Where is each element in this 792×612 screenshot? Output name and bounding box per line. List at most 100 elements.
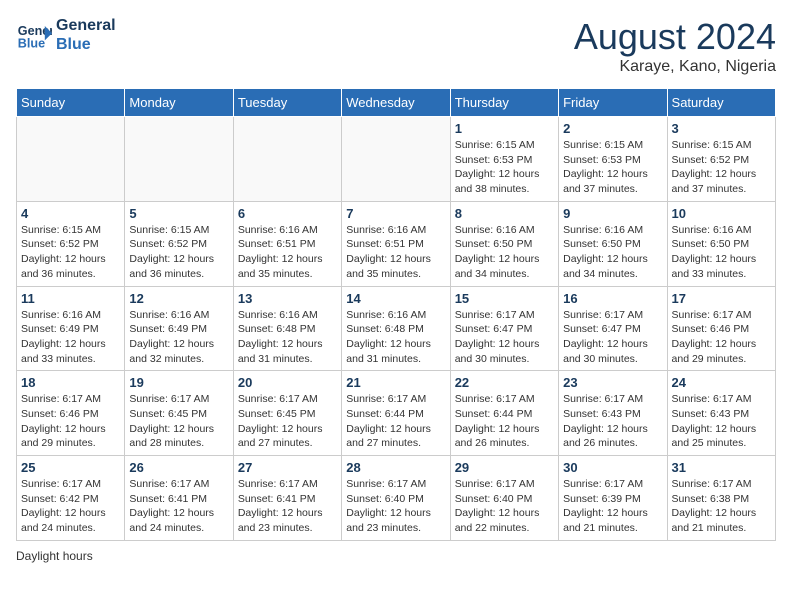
logo: General Blue General Blue xyxy=(16,16,116,54)
day-info: Sunrise: 6:17 AMSunset: 6:43 PMDaylight:… xyxy=(563,392,662,451)
week-row-3: 11 Sunrise: 6:16 AMSunset: 6:49 PMDayligh… xyxy=(17,286,776,371)
logo-text-general: General xyxy=(56,16,116,35)
col-header-thursday: Thursday xyxy=(450,89,558,117)
day-number: 15 xyxy=(455,291,554,306)
day-cell: 3 Sunrise: 6:15 AMSunset: 6:52 PMDaylight… xyxy=(667,117,775,202)
day-info: Sunrise: 6:17 AMSunset: 6:45 PMDaylight:… xyxy=(238,392,337,451)
day-info: Sunrise: 6:15 AMSunset: 6:52 PMDaylight:… xyxy=(129,223,228,282)
week-row-1: 1 Sunrise: 6:15 AMSunset: 6:53 PMDaylight… xyxy=(17,117,776,202)
day-info: Sunrise: 6:17 AMSunset: 6:41 PMDaylight:… xyxy=(238,477,337,536)
day-info: Sunrise: 6:16 AMSunset: 6:50 PMDaylight:… xyxy=(672,223,771,282)
day-info: Sunrise: 6:15 AMSunset: 6:52 PMDaylight:… xyxy=(672,138,771,197)
day-cell: 22 Sunrise: 6:17 AMSunset: 6:44 PMDayligh… xyxy=(450,371,558,456)
svg-text:Blue: Blue xyxy=(18,37,45,51)
day-number: 19 xyxy=(129,375,228,390)
day-cell: 17Sunrise: 6:17 AMSunset: 6:46 PMDayligh… xyxy=(667,286,775,371)
day-number: 3 xyxy=(672,121,771,136)
day-number: 30 xyxy=(563,460,662,475)
day-cell: 18 Sunrise: 6:17 AMSunset: 6:46 PMDayligh… xyxy=(17,371,125,456)
day-number: 4 xyxy=(21,206,120,221)
day-number: 7 xyxy=(346,206,445,221)
day-info: Sunrise: 6:17 AMSunset: 6:40 PMDaylight:… xyxy=(346,477,445,536)
day-number: 26 xyxy=(129,460,228,475)
logo-icon: General Blue xyxy=(16,17,52,53)
month-year-title: August 2024 xyxy=(574,16,776,58)
day-info: Sunrise: 6:17 AMSunset: 6:40 PMDaylight:… xyxy=(455,477,554,536)
col-header-tuesday: Tuesday xyxy=(233,89,341,117)
day-info: Sunrise: 6:16 AMSunset: 6:50 PMDaylight:… xyxy=(455,223,554,282)
day-cell: 28 Sunrise: 6:17 AMSunset: 6:40 PMDayligh… xyxy=(342,456,450,541)
day-cell: 2 Sunrise: 6:15 AMSunset: 6:53 PMDaylight… xyxy=(559,117,667,202)
week-row-4: 18 Sunrise: 6:17 AMSunset: 6:46 PMDayligh… xyxy=(17,371,776,456)
day-number: 28 xyxy=(346,460,445,475)
day-info: Sunrise: 6:16 AMSunset: 6:51 PMDaylight:… xyxy=(346,223,445,282)
day-cell: 6 Sunrise: 6:16 AMSunset: 6:51 PMDaylight… xyxy=(233,201,341,286)
day-number: 23 xyxy=(563,375,662,390)
day-cell xyxy=(233,117,341,202)
day-cell xyxy=(17,117,125,202)
day-cell: 10 Sunrise: 6:16 AMSunset: 6:50 PMDayligh… xyxy=(667,201,775,286)
day-info: Sunrise: 6:16 AMSunset: 6:51 PMDaylight:… xyxy=(238,223,337,282)
day-cell: 23 Sunrise: 6:17 AMSunset: 6:43 PMDayligh… xyxy=(559,371,667,456)
day-info: Sunrise: 6:17 AMSunset: 6:42 PMDaylight:… xyxy=(21,477,120,536)
day-info: Sunrise: 6:15 AMSunset: 6:53 PMDaylight:… xyxy=(563,138,662,197)
day-info: Sunrise: 6:17 AMSunset: 6:44 PMDaylight:… xyxy=(346,392,445,451)
day-cell: 7 Sunrise: 6:16 AMSunset: 6:51 PMDaylight… xyxy=(342,201,450,286)
day-cell: 12Sunrise: 6:16 AMSunset: 6:49 PMDayligh… xyxy=(125,286,233,371)
day-cell: 21 Sunrise: 6:17 AMSunset: 6:44 PMDayligh… xyxy=(342,371,450,456)
col-header-sunday: Sunday xyxy=(17,89,125,117)
day-info: Sunrise: 6:16 AMSunset: 6:48 PMDaylight:… xyxy=(238,308,337,367)
col-header-friday: Friday xyxy=(559,89,667,117)
day-number: 5 xyxy=(129,206,228,221)
day-number: 25 xyxy=(21,460,120,475)
day-number: 1 xyxy=(455,121,554,136)
week-row-5: 25 Sunrise: 6:17 AMSunset: 6:42 PMDayligh… xyxy=(17,456,776,541)
day-info: Sunrise: 6:17 AMSunset: 6:47 PMDaylight:… xyxy=(455,308,554,367)
day-number: 13 xyxy=(238,291,337,306)
day-info: Sunrise: 6:17 AMSunset: 6:46 PMDaylight:… xyxy=(672,308,771,367)
day-info: Sunrise: 6:17 AMSunset: 6:39 PMDaylight:… xyxy=(563,477,662,536)
day-info: Sunrise: 6:17 AMSunset: 6:47 PMDaylight:… xyxy=(563,308,662,367)
title-block: August 2024 Karaye, Kano, Nigeria xyxy=(574,16,776,76)
day-cell: 20 Sunrise: 6:17 AMSunset: 6:45 PMDayligh… xyxy=(233,371,341,456)
day-number: 24 xyxy=(672,375,771,390)
day-cell: 5 Sunrise: 6:15 AMSunset: 6:52 PMDaylight… xyxy=(125,201,233,286)
day-number: 6 xyxy=(238,206,337,221)
day-number: 29 xyxy=(455,460,554,475)
day-cell: 13 Sunrise: 6:16 AMSunset: 6:48 PMDayligh… xyxy=(233,286,341,371)
day-info: Sunrise: 6:17 AMSunset: 6:44 PMDaylight:… xyxy=(455,392,554,451)
day-number: 10 xyxy=(672,206,771,221)
day-info: Sunrise: 6:17 AMSunset: 6:46 PMDaylight:… xyxy=(21,392,120,451)
day-cell: 1Sunrise: 6:15 AMSunset: 6:53 PMDaylight… xyxy=(450,117,558,202)
week-row-2: 4 Sunrise: 6:15 AMSunset: 6:52 PMDaylight… xyxy=(17,201,776,286)
day-info: Sunrise: 6:15 AMSunset: 6:52 PMDaylight:… xyxy=(21,223,120,282)
day-cell: 15 Sunrise: 6:17 AMSunset: 6:47 PMDayligh… xyxy=(450,286,558,371)
day-cell: 8Sunrise: 6:16 AMSunset: 6:50 PMDaylight… xyxy=(450,201,558,286)
calendar-table: SundayMondayTuesdayWednesdayThursdayFrid… xyxy=(16,88,776,541)
page-header: General Blue General Blue August 2024 Ka… xyxy=(16,16,776,76)
day-number: 14 xyxy=(346,291,445,306)
day-cell: 31Sunrise: 6:17 AMSunset: 6:38 PMDayligh… xyxy=(667,456,775,541)
day-number: 9 xyxy=(563,206,662,221)
day-number: 20 xyxy=(238,375,337,390)
day-info: Sunrise: 6:16 AMSunset: 6:49 PMDaylight:… xyxy=(129,308,228,367)
day-cell: 24Sunrise: 6:17 AMSunset: 6:43 PMDayligh… xyxy=(667,371,775,456)
col-header-monday: Monday xyxy=(125,89,233,117)
day-number: 18 xyxy=(21,375,120,390)
day-info: Sunrise: 6:17 AMSunset: 6:38 PMDaylight:… xyxy=(672,477,771,536)
day-cell: 25 Sunrise: 6:17 AMSunset: 6:42 PMDayligh… xyxy=(17,456,125,541)
day-cell: 11Sunrise: 6:16 AMSunset: 6:49 PMDayligh… xyxy=(17,286,125,371)
day-cell: 19 Sunrise: 6:17 AMSunset: 6:45 PMDayligh… xyxy=(125,371,233,456)
day-number: 27 xyxy=(238,460,337,475)
day-cell: 16Sunrise: 6:17 AMSunset: 6:47 PMDayligh… xyxy=(559,286,667,371)
day-info: Sunrise: 6:17 AMSunset: 6:45 PMDaylight:… xyxy=(129,392,228,451)
day-cell xyxy=(342,117,450,202)
day-number: 2 xyxy=(563,121,662,136)
day-info: Sunrise: 6:17 AMSunset: 6:41 PMDaylight:… xyxy=(129,477,228,536)
day-number: 22 xyxy=(455,375,554,390)
day-number: 21 xyxy=(346,375,445,390)
day-cell: 27 Sunrise: 6:17 AMSunset: 6:41 PMDayligh… xyxy=(233,456,341,541)
day-number: 11 xyxy=(21,291,120,306)
col-header-wednesday: Wednesday xyxy=(342,89,450,117)
location-subtitle: Karaye, Kano, Nigeria xyxy=(574,58,776,76)
